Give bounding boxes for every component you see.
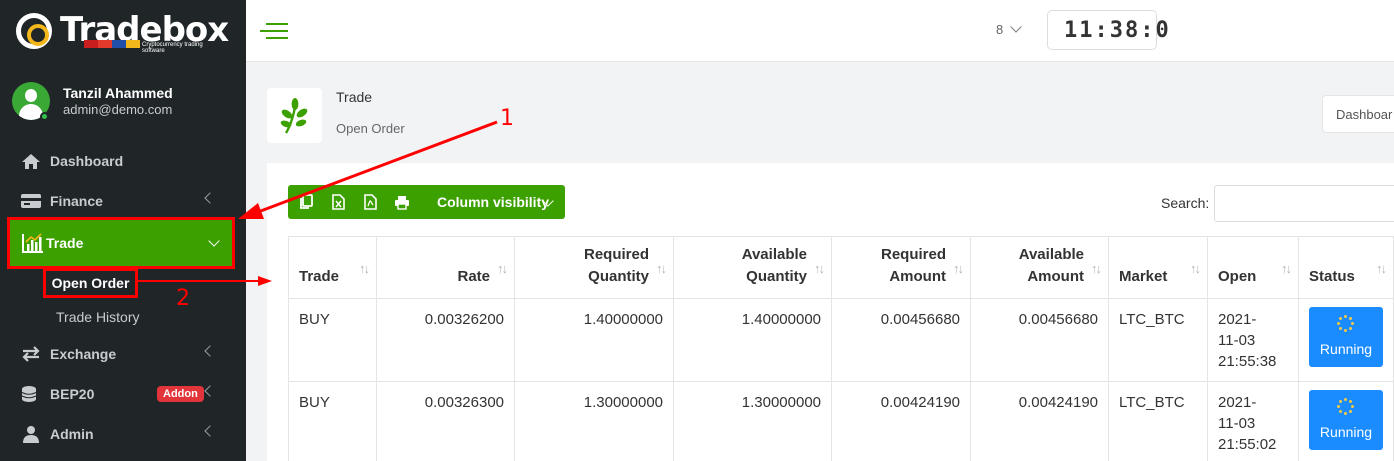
annotation-number-two: 2	[176, 286, 190, 311]
annotation-arrows	[138, 120, 498, 286]
annotation-number-one: 1	[500, 106, 514, 131]
